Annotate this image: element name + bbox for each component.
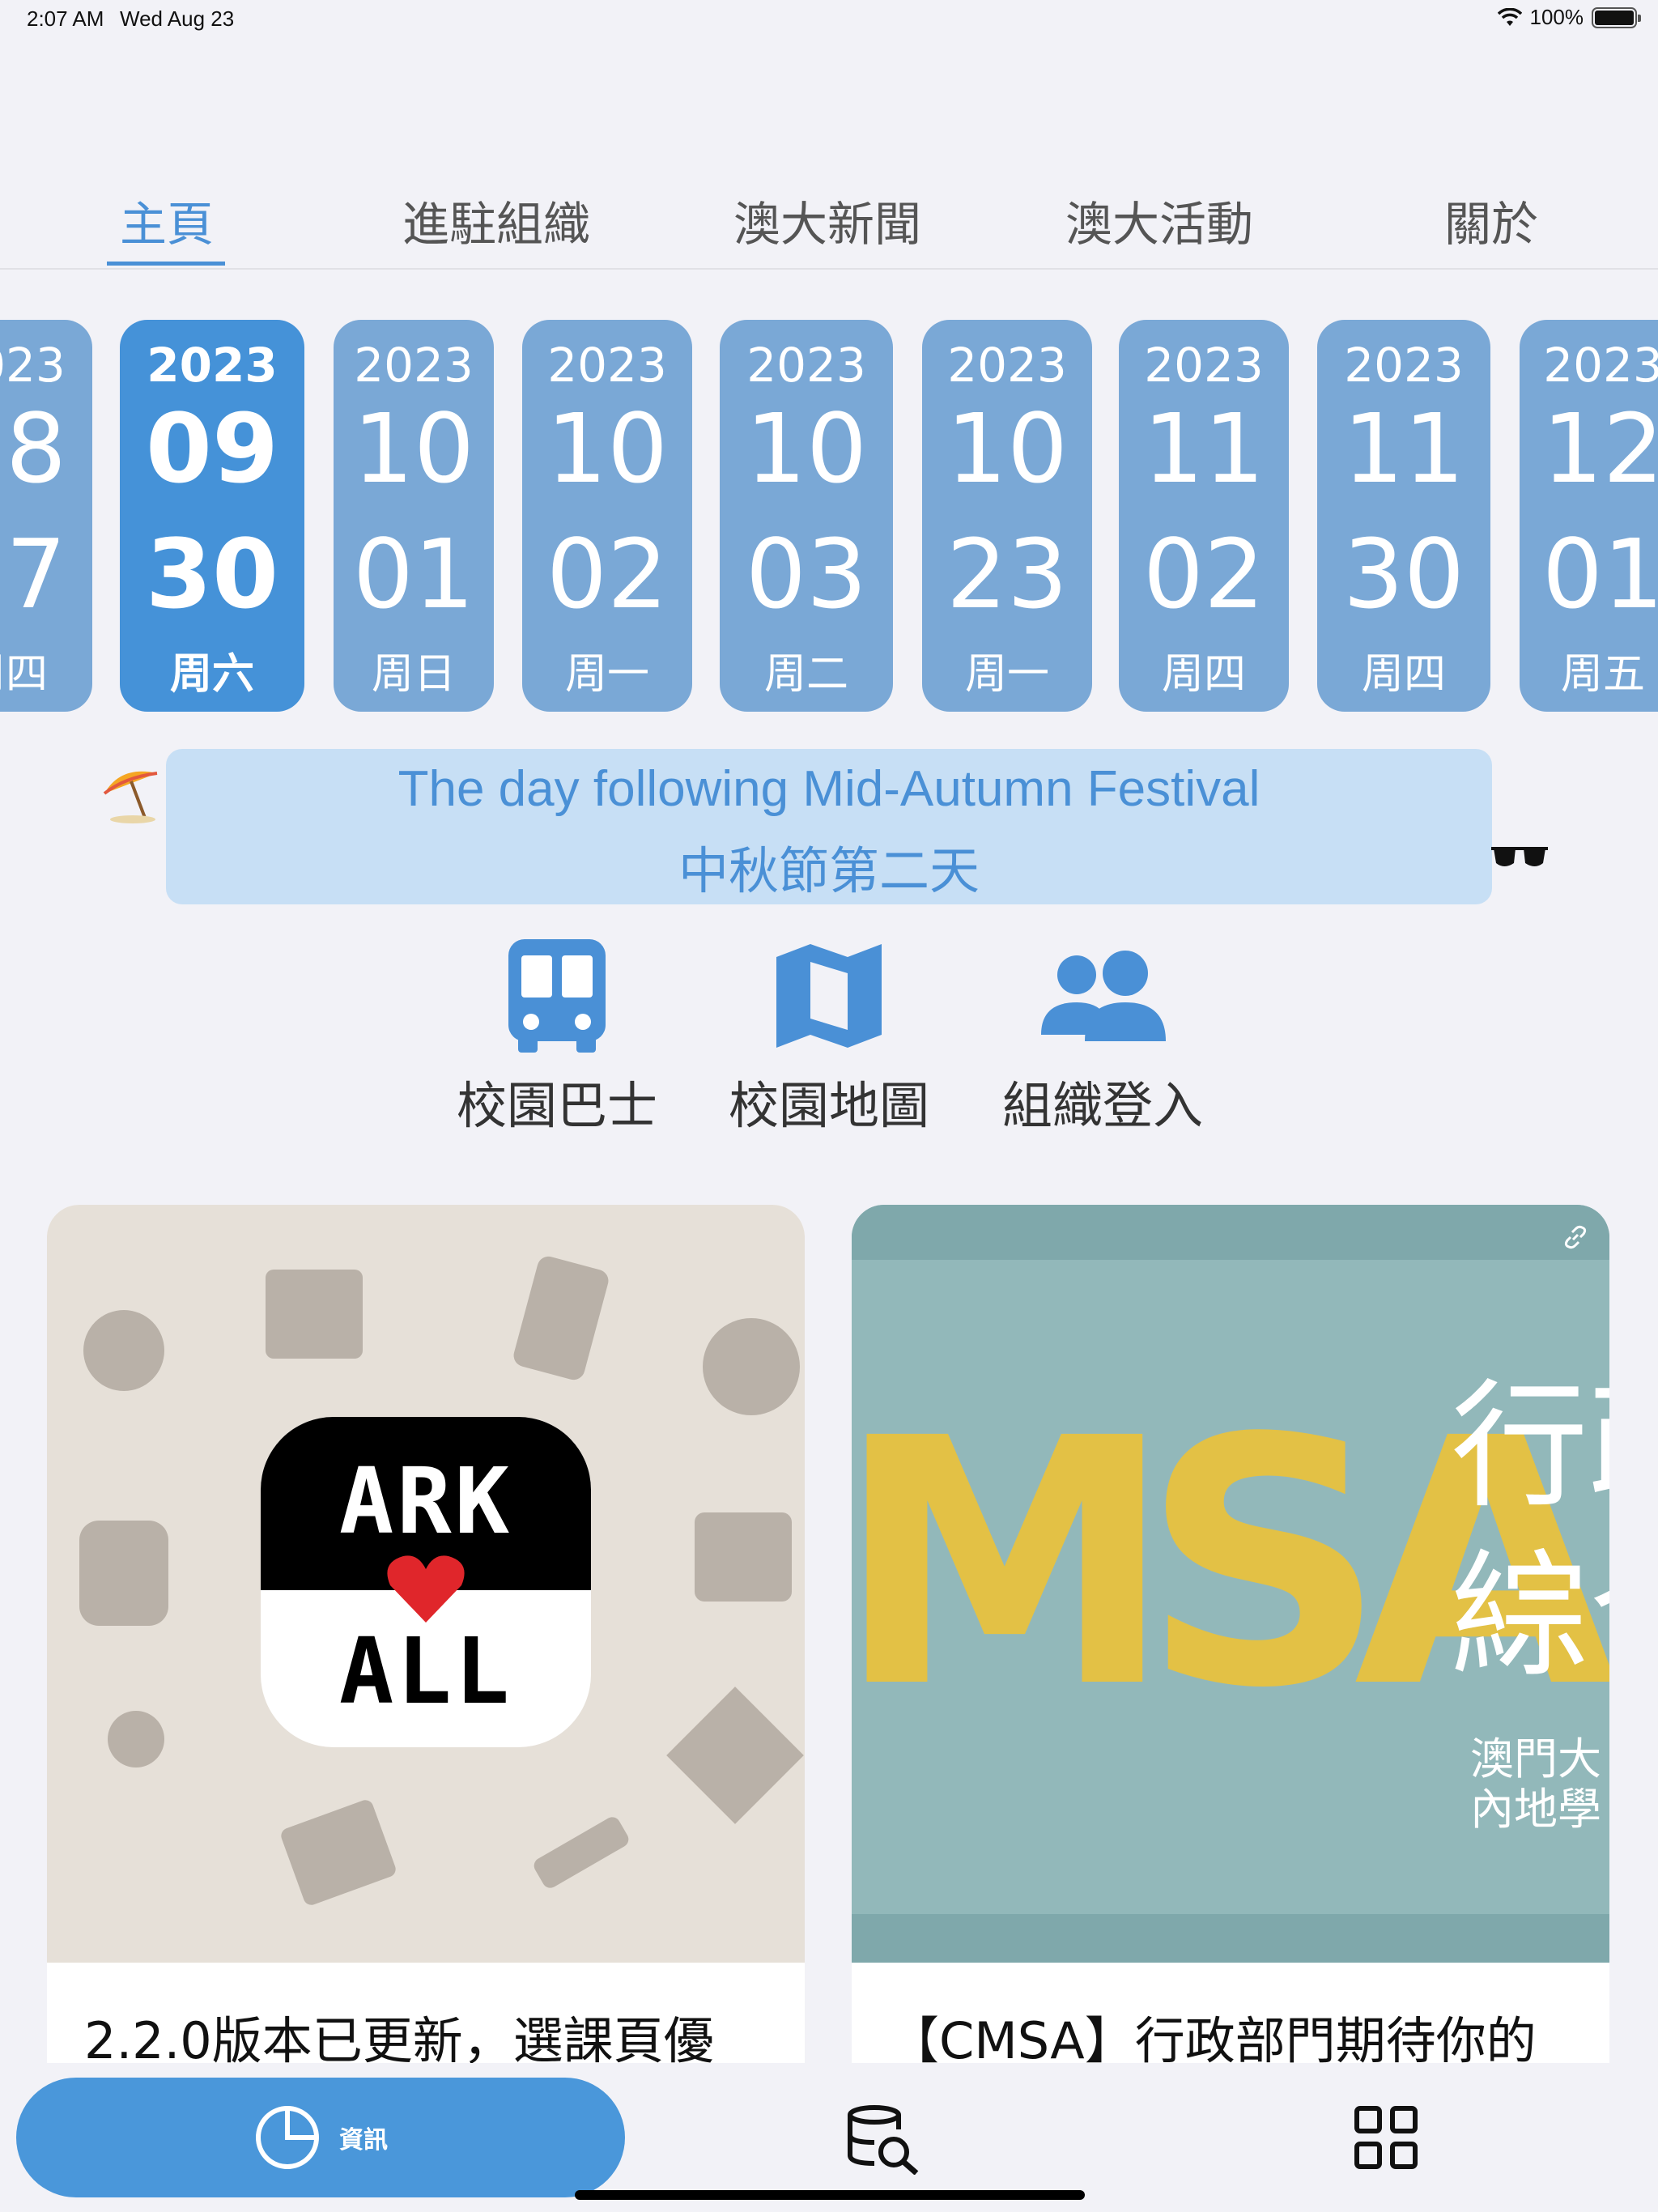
date-day: 23 bbox=[946, 518, 1069, 630]
date-strip[interactable]: 2023 08 17 周四 2023 09 30 周六 2023 10 01 周… bbox=[0, 320, 1658, 713]
date-weekday: 周五 bbox=[1560, 650, 1645, 699]
status-bar: 2:07 AM Wed Aug 23 100% bbox=[0, 0, 1658, 40]
news-card-image: MSA 行政 綜合 澳門大 內地學 bbox=[852, 1205, 1609, 1963]
date-card[interactable]: 2023 10 23 周一 bbox=[922, 320, 1092, 712]
date-weekday: 周四 bbox=[1161, 650, 1246, 699]
date-day: 30 bbox=[145, 518, 279, 630]
bus-icon bbox=[508, 939, 606, 1053]
holiday-name-zh: 中秋節第二天 bbox=[678, 841, 980, 900]
database-search-icon[interactable] bbox=[847, 2105, 920, 2175]
status-date: Wed Aug 23 bbox=[120, 6, 235, 31]
image-text-2: 綜合 bbox=[1451, 1537, 1609, 1697]
sunglasses-icon bbox=[1491, 847, 1548, 866]
date-month: 11 bbox=[1342, 393, 1465, 504]
date-card-selected[interactable]: 2023 09 30 周六 bbox=[120, 320, 304, 712]
news-card[interactable]: ARK ALL 2.2.0版本已更新，選課頁優 bbox=[47, 1205, 805, 2063]
date-day: 17 bbox=[0, 518, 67, 630]
date-card[interactable]: 2023 10 02 周一 bbox=[522, 320, 692, 712]
nav-news-button[interactable]: 資訊 bbox=[16, 2078, 625, 2197]
home-indicator[interactable] bbox=[575, 2190, 1085, 2200]
status-time: 2:07 AM bbox=[27, 6, 104, 31]
date-weekday: 周四 bbox=[0, 650, 48, 699]
quick-actions: 校園巴士 校園地圖 組織登入 bbox=[0, 935, 1658, 1138]
tab-um-events[interactable]: 澳大活動 bbox=[1065, 186, 1253, 254]
ark-all-logo: ARK ALL bbox=[261, 1417, 591, 1747]
status-right: 100% bbox=[1497, 5, 1641, 30]
date-day: 02 bbox=[546, 518, 669, 630]
date-card[interactable]: 2023 12 01 周五 bbox=[1520, 320, 1658, 712]
date-weekday: 周二 bbox=[763, 650, 848, 699]
date-month: 09 bbox=[145, 393, 279, 504]
date-card[interactable]: 2023 08 17 周四 bbox=[0, 320, 92, 712]
news-card-title: 【CMSA】行政部門期待你的 bbox=[889, 2011, 1537, 2063]
date-year: 2023 bbox=[1543, 338, 1658, 393]
tab-organizations[interactable]: 進駐組織 bbox=[402, 186, 590, 254]
grid-icon[interactable] bbox=[1354, 2105, 1418, 2170]
org-login-label: 組織登入 bbox=[1001, 1076, 1203, 1135]
map-icon bbox=[776, 944, 882, 1048]
date-month: 10 bbox=[352, 393, 475, 504]
nav-news-label: 資訊 bbox=[339, 2126, 388, 2155]
campus-map-button[interactable]: 校園地圖 bbox=[716, 935, 942, 1138]
date-month: 12 bbox=[1541, 393, 1658, 504]
image-text-4: 內地學 bbox=[1470, 1784, 1601, 1835]
date-weekday: 周六 bbox=[169, 650, 254, 699]
date-weekday: 周一 bbox=[564, 650, 649, 699]
date-month: 11 bbox=[1142, 393, 1265, 504]
heart-icon bbox=[387, 1555, 465, 1623]
tab-um-news[interactable]: 澳大新聞 bbox=[733, 186, 921, 254]
date-day: 01 bbox=[352, 518, 475, 630]
date-day: 02 bbox=[1142, 518, 1265, 630]
date-weekday: 周一 bbox=[964, 650, 1049, 699]
date-day: 01 bbox=[1541, 518, 1658, 630]
date-card[interactable]: 2023 10 01 周日 bbox=[334, 320, 494, 712]
holiday-banner: The day following Mid-Autumn Festival 中秋… bbox=[166, 749, 1492, 904]
date-month: 10 bbox=[546, 393, 669, 504]
top-tabs: 主頁 進駐組織 澳大新聞 澳大活動 關於 bbox=[0, 174, 1658, 270]
date-year: 2023 bbox=[147, 338, 278, 393]
date-card[interactable]: 2023 11 30 周四 bbox=[1317, 320, 1490, 712]
date-year: 2023 bbox=[1144, 338, 1264, 393]
wifi-icon bbox=[1497, 7, 1522, 26]
date-year: 2023 bbox=[1344, 338, 1464, 393]
battery-percent: 100% bbox=[1529, 5, 1584, 29]
logo-text-bottom: ALL bbox=[338, 1619, 513, 1725]
news-icon bbox=[256, 2106, 319, 2169]
date-weekday: 周四 bbox=[1361, 650, 1446, 699]
battery-icon bbox=[1592, 6, 1641, 28]
date-year: 2023 bbox=[547, 338, 667, 393]
umbrella-on-ground-icon bbox=[103, 771, 158, 823]
date-year: 2023 bbox=[0, 338, 66, 393]
date-day: 30 bbox=[1342, 518, 1465, 630]
tab-home[interactable]: 主頁 bbox=[120, 186, 214, 254]
news-card[interactable]: MSA 行政 綜合 澳門大 內地學 【CMSA】行政部門期待你的 bbox=[852, 1205, 1609, 2063]
campus-bus-label: 校園巴士 bbox=[456, 1076, 657, 1135]
campus-map-label: 校園地圖 bbox=[728, 1076, 929, 1135]
news-card-title: 2.2.0版本已更新，選課頁優 bbox=[84, 2011, 714, 2063]
date-year: 2023 bbox=[746, 338, 866, 393]
date-year: 2023 bbox=[947, 338, 1067, 393]
holiday-name-en: The day following Mid-Autumn Festival bbox=[397, 761, 1261, 817]
tab-about[interactable]: 關於 bbox=[1444, 186, 1538, 254]
users-icon bbox=[1041, 951, 1166, 1041]
org-login-button[interactable]: 組織登入 bbox=[989, 935, 1216, 1138]
logo-text-top: ARK bbox=[338, 1449, 513, 1555]
date-weekday: 周日 bbox=[371, 650, 456, 699]
date-month: 10 bbox=[745, 393, 868, 504]
date-card[interactable]: 2023 10 03 周二 bbox=[720, 320, 893, 712]
date-card[interactable]: 2023 11 02 周四 bbox=[1119, 320, 1289, 712]
news-card-image: ARK ALL bbox=[47, 1205, 805, 1963]
date-month: 10 bbox=[946, 393, 1069, 504]
tab-underline bbox=[107, 262, 225, 266]
date-year: 2023 bbox=[354, 338, 474, 393]
campus-bus-button[interactable]: 校園巴士 bbox=[444, 935, 670, 1138]
date-day: 03 bbox=[745, 518, 868, 630]
link-icon bbox=[1564, 1225, 1587, 1249]
date-month: 08 bbox=[0, 393, 67, 504]
